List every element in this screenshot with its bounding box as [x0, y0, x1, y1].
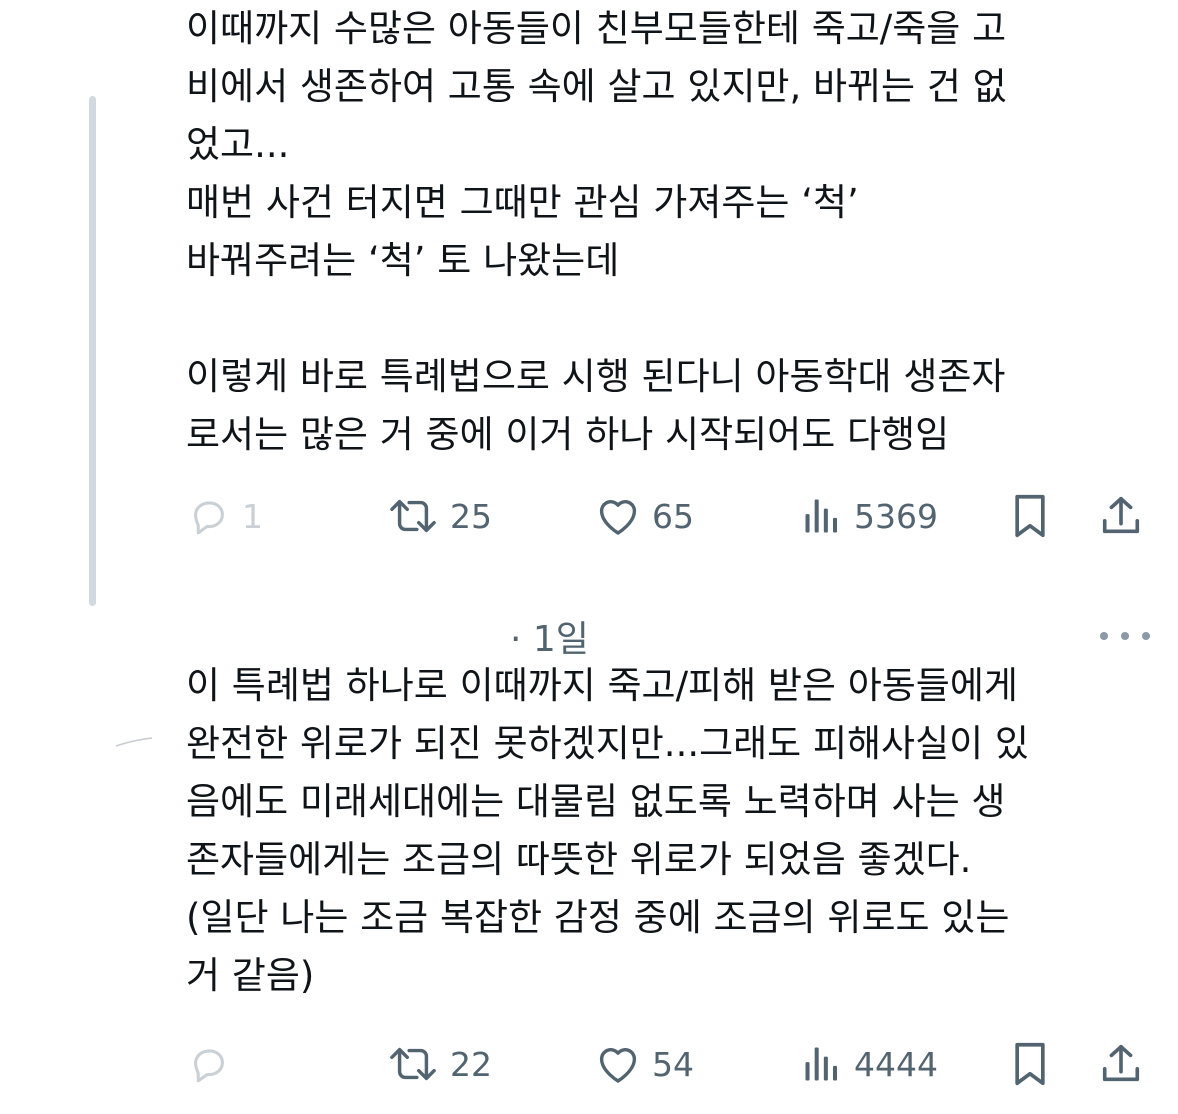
avatar[interactable] [114, 736, 154, 748]
tweet-text: 이 특례법 하나로 이때까지 죽고/피해 받은 아동들에게 완전한 위로가 되진… [186, 664, 1029, 997]
more-options-button[interactable] [1100, 618, 1150, 654]
views-chart-icon [805, 1047, 838, 1081]
share-icon [1102, 1044, 1140, 1082]
view-count: 4444 [854, 1044, 938, 1084]
share-icon [1102, 496, 1140, 534]
view-count: 5369 [854, 496, 938, 536]
tweet-action-bar: 1 25 65 5369 [186, 486, 1148, 546]
more-dots-icon [1142, 632, 1150, 640]
bookmark-button[interactable] [1008, 1034, 1052, 1094]
like-count: 65 [652, 496, 694, 536]
more-dots-icon [1100, 632, 1108, 640]
repost-button[interactable]: 22 [386, 1034, 492, 1094]
bookmark-icon [1015, 1042, 1045, 1086]
like-button[interactable]: 65 [594, 486, 694, 546]
views-chart-icon [805, 499, 838, 533]
repost-count: 25 [450, 496, 492, 536]
repost-button[interactable]: 25 [386, 486, 492, 546]
reply-button[interactable] [186, 1034, 232, 1094]
share-button[interactable] [1098, 1034, 1144, 1094]
views-button[interactable]: 5369 [800, 486, 938, 546]
repost-count: 22 [450, 1044, 492, 1084]
reply-button[interactable]: 1 [186, 486, 263, 546]
more-dots-icon [1121, 632, 1129, 640]
timestamp[interactable]: · 1일 [510, 610, 589, 662]
thread-connector-line [89, 96, 96, 606]
tweet-action-bar: 22 54 4444 [186, 1034, 1148, 1094]
reply-icon [194, 501, 224, 535]
reply-count: 1 [242, 496, 263, 536]
repost-icon [390, 499, 436, 533]
share-button[interactable] [1098, 486, 1144, 546]
reply-icon [194, 1049, 224, 1083]
heart-icon [599, 500, 637, 535]
repost-icon [390, 1047, 436, 1081]
heart-icon [599, 1048, 637, 1083]
views-button[interactable]: 4444 [800, 1034, 938, 1094]
bookmark-icon [1015, 494, 1045, 538]
like-button[interactable]: 54 [594, 1034, 694, 1094]
bookmark-button[interactable] [1008, 486, 1052, 546]
tweet-text: 이때까지 수많은 아동들이 친부모들한테 죽고/죽을 고 비에서 생존하여 고통… [186, 7, 1007, 456]
like-count: 54 [652, 1044, 694, 1084]
